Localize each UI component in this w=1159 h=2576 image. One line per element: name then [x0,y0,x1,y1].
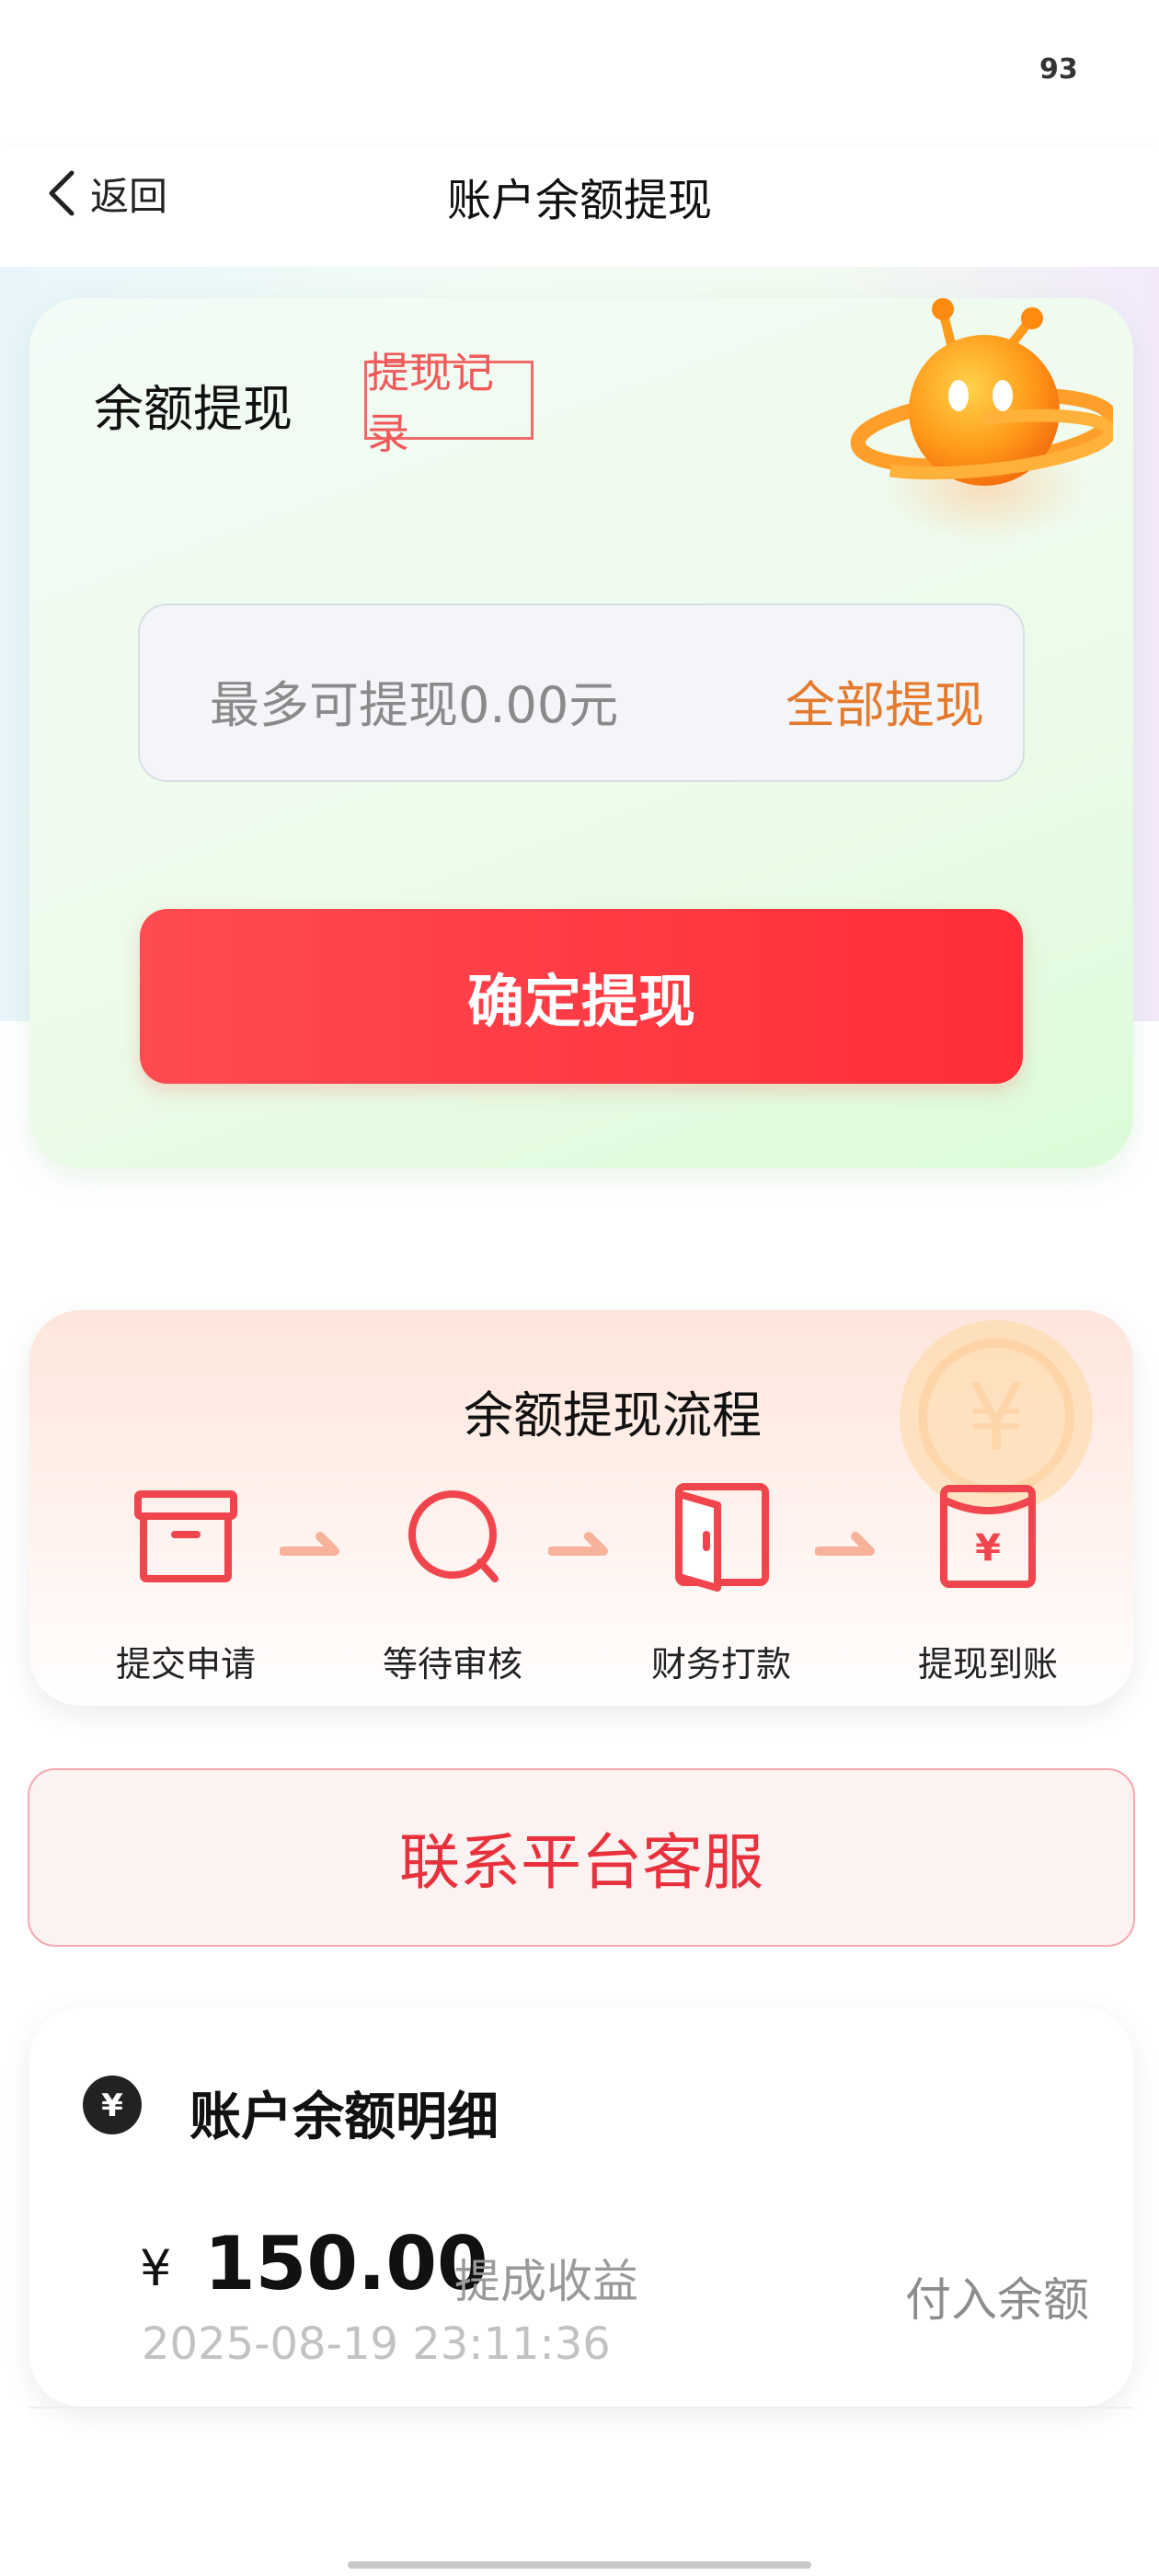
step-label-payment: 财务打款 [650,1644,791,1685]
arrow-right-icon [815,1532,875,1556]
detail-title: 账户余额明细 [189,2087,499,2147]
back-label: 返回 [90,173,168,219]
archive-box-icon [134,1490,237,1582]
confirm-withdraw-button[interactable]: 确定提现 [140,909,1023,1084]
yen-coin-icon: ¥ [83,2076,142,2134]
contact-support-button[interactable]: 联系平台客服 [28,1768,1135,1947]
chevron-left-icon [49,170,75,216]
planet-mascot-icon [850,298,1113,541]
withdraw-all-button[interactable]: 全部提现 [786,664,984,737]
withdraw-records-button[interactable]: 提现记录 [364,348,534,458]
step-label-submit: 提交申请 [115,1644,256,1685]
svg-text:¥: ¥ [975,1527,1001,1570]
svg-text:¥: ¥ [101,2087,123,2124]
home-indicator[interactable] [348,2561,811,2569]
transaction-description: 提成收益 [454,2255,638,2308]
back-button[interactable]: 返回 [46,166,167,221]
battery-level: 93 [1039,53,1078,86]
arrow-right-icon [548,1532,608,1556]
arrow-right-icon [280,1532,339,1556]
transaction-status: 付入余额 [905,2273,1089,2327]
amount-placeholder: 最多可提现0.00元 [210,676,619,734]
process-title: 余额提现流程 [464,1386,762,1444]
transaction-time: 2025-08-19 23:11:36 [142,2318,611,2370]
currency-symbol: ¥ [140,2239,172,2297]
search-icon [408,1490,499,1582]
withdraw-title: 余额提现 [94,380,293,438]
divider [29,2407,1133,2409]
transaction-amount: 150.00 [204,2221,488,2306]
yen-envelope-icon: ¥ [940,1485,1036,1588]
door-icon [675,1483,769,1592]
step-label-review: 等待审核 [382,1644,522,1685]
step-label-arrival: 提现到账 [917,1644,1058,1685]
nav-header [0,147,1159,267]
